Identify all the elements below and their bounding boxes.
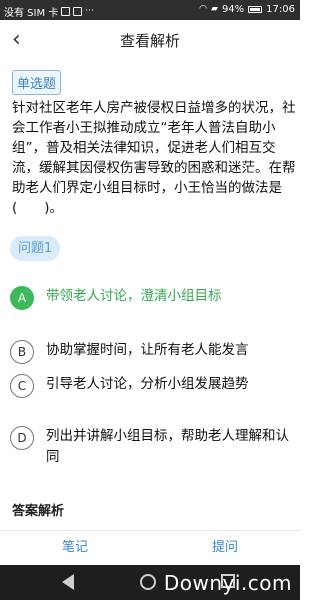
option-b[interactable]: B 协助掌握时间，让所有老人能发言 xyxy=(10,340,295,364)
option-b-letter: B xyxy=(10,340,34,364)
status-bar: 没有 SIM 卡 ··· ◠ ▰ 94% 17:06 xyxy=(0,0,300,20)
option-c-letter: C xyxy=(10,374,34,398)
watermark-logo: Downyi.com xyxy=(163,571,292,595)
status-right: ◠ ▰ 94% 17:06 xyxy=(199,4,295,15)
page-title: 查看解析 xyxy=(119,32,180,50)
clock: 17:06 xyxy=(266,4,295,15)
ask-button[interactable]: 提问 xyxy=(150,531,300,565)
signal-icon: ▰ xyxy=(211,4,218,14)
bottom-action-bar: 笔记 提问 xyxy=(0,530,300,565)
option-d-letter: D xyxy=(10,426,34,450)
option-c-text: 引导老人讨论，分析小组发展趋势 xyxy=(46,376,249,392)
carrier-text: 没有 SIM 卡 xyxy=(4,8,59,19)
notification-icon xyxy=(61,7,71,16)
option-d[interactable]: D 列出并讲解小组目标，帮助老人理解和认同 xyxy=(10,426,295,468)
nav-back-icon[interactable] xyxy=(62,574,74,590)
wifi-icon: ◠ xyxy=(199,4,208,14)
question-text: 针对社区老年人房产被侵权日益增多的状况，社会工作者小王拟推动成立“老年人普法自助… xyxy=(12,100,296,216)
option-a[interactable]: A 带领老人讨论，澄清小组目标 xyxy=(10,286,295,310)
question-number-chip[interactable]: 问题1 xyxy=(10,236,61,261)
battery-icon xyxy=(248,6,263,13)
option-d-text: 列出并讲解小组目标，帮助老人理解和认同 xyxy=(46,428,289,465)
status-left: 没有 SIM 卡 ··· xyxy=(4,4,94,19)
option-b-text: 协助掌握时间，让所有老人能发言 xyxy=(46,342,249,358)
more-dots-icon: ··· xyxy=(85,6,94,16)
nav-home-icon[interactable] xyxy=(140,574,156,590)
notes-button[interactable]: 笔记 xyxy=(0,531,150,565)
analysis-heading: 答案解析 xyxy=(12,504,65,519)
system-nav-bar: Downyi.com xyxy=(0,565,300,600)
header: ‹ 查看解析 xyxy=(0,20,300,60)
option-c[interactable]: C 引导老人讨论，分析小组发展趋势 xyxy=(10,374,295,398)
question-content[interactable]: 单选题 针对社区老年人房产被侵权日益增多的状况，社会工作者小王拟推动成立“老年人… xyxy=(0,60,300,530)
option-a-text: 带领老人讨论，澄清小组目标 xyxy=(46,288,222,304)
option-a-letter: A xyxy=(10,286,34,310)
question-type-badge: 单选题 xyxy=(12,70,62,95)
battery-percent: 94% xyxy=(221,4,245,15)
image-notification-icon xyxy=(73,7,83,16)
